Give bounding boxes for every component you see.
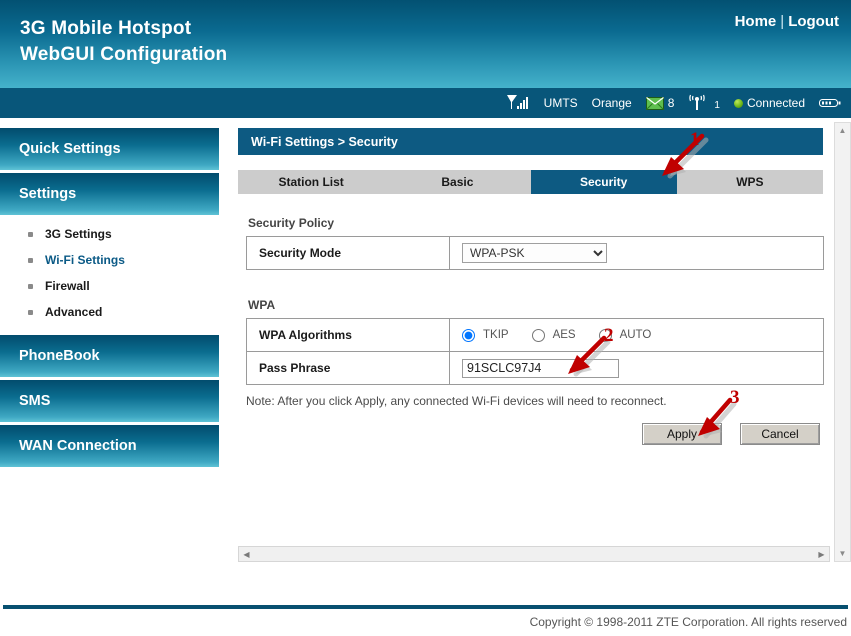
section-title-security-policy: Security Policy	[248, 216, 335, 230]
apply-note: Note: After you click Apply, any connect…	[246, 394, 667, 408]
battery-indicator	[819, 97, 841, 109]
status-bar: UMTS Orange 8 1 Connected	[0, 88, 851, 118]
wpa-algorithms-radio-group: TKIP AES AUTO	[462, 328, 811, 342]
status-dot-icon	[733, 98, 743, 108]
tab-security[interactable]: Security	[530, 170, 677, 194]
table-row: WPA Algorithms TKIP AES AUTO	[246, 318, 824, 352]
radio-tkip[interactable]	[462, 328, 475, 342]
horizontal-scrollbar[interactable]: ◀ ▶	[238, 546, 830, 562]
sidebar-label-sms: SMS	[19, 393, 51, 409]
network-type: UMTS	[544, 96, 578, 110]
bullet-icon	[28, 231, 33, 237]
scroll-right-arrow-icon[interactable]: ▶	[814, 547, 829, 561]
cancel-button[interactable]: Cancel	[740, 423, 820, 445]
main-content: Wi-Fi Settings > Security Station List B…	[238, 128, 830, 568]
annotation-number-2: 2	[604, 325, 614, 346]
connection-status-label: Connected	[746, 96, 805, 110]
sidebar-subitem-advanced[interactable]: Advanced	[28, 299, 219, 325]
footer-copyright: Copyright © 1998-2011 ZTE Corporation. A…	[529, 615, 847, 629]
sidebar-settings-submenu: 3G Settings Wi-Fi Settings Firewall Adva…	[0, 221, 219, 325]
bullet-icon	[28, 283, 33, 289]
annotation-number-3: 3	[730, 387, 740, 408]
sidebar-item-settings[interactable]: Settings	[0, 173, 219, 215]
wpa-algorithms-cell: TKIP AES AUTO	[449, 318, 824, 352]
breadcrumb-text: Wi-Fi Settings > Security	[251, 134, 398, 149]
app-title: 3G Mobile Hotspot WebGUI Configuration	[20, 16, 227, 68]
app-title-line1: 3G Mobile Hotspot	[20, 18, 192, 39]
tab-basic[interactable]: Basic	[384, 170, 531, 194]
security-mode-label: Security Mode	[246, 236, 450, 270]
signal-bars-icon	[506, 95, 528, 109]
connection-status: Connected	[733, 96, 805, 110]
message-count: 8	[667, 96, 675, 110]
wpa-algorithms-label: WPA Algorithms	[246, 318, 450, 352]
sidebar-subitem-3g-settings[interactable]: 3G Settings	[28, 221, 219, 247]
apply-button[interactable]: Apply	[642, 423, 722, 445]
tab-label-wps: WPS	[736, 175, 764, 189]
annotation-number-1: 1	[690, 129, 700, 150]
passphrase-input[interactable]	[462, 358, 619, 378]
sidebar-label-wan-connection: WAN Connection	[19, 438, 137, 454]
bullet-icon	[28, 257, 33, 263]
breadcrumb: Wi-Fi Settings > Security	[238, 128, 823, 155]
section-title-wpa: WPA	[248, 298, 276, 312]
sidebar-label-quick-settings: Quick Settings	[19, 141, 121, 157]
bullet-icon	[28, 309, 33, 315]
security-mode-select[interactable]: WPA-PSK	[462, 243, 607, 263]
scroll-down-arrow-icon[interactable]: ▼	[835, 546, 850, 561]
home-link[interactable]: Home	[735, 13, 777, 30]
carrier-name: Orange	[592, 96, 632, 110]
button-row: Apply Cancel	[246, 423, 824, 445]
sidebar-label-settings: Settings	[19, 186, 77, 202]
radio-aes[interactable]	[531, 328, 545, 342]
status-items: UMTS Orange 8 1 Connected	[506, 88, 841, 118]
nav-separator: |	[780, 13, 785, 30]
sidebar-sublabel-3g-settings: 3G Settings	[45, 227, 112, 241]
sidebar-sublabel-wifi-settings: Wi-Fi Settings	[45, 253, 125, 267]
battery-icon	[819, 99, 841, 107]
top-nav: Home | Logout	[735, 13, 839, 30]
table-row: Pass Phrase	[246, 351, 824, 385]
carrier-label: Orange	[591, 96, 632, 110]
footer-divider	[3, 605, 848, 609]
tab-label-security: Security	[579, 175, 628, 189]
passphrase-cell	[449, 351, 824, 385]
wifi-client-count: 1	[714, 100, 720, 111]
app-header: 3G Mobile Hotspot WebGUI Configuration H…	[0, 0, 851, 88]
table-row: Security Mode WPA-PSK	[246, 236, 824, 270]
security-policy-table: Security Mode WPA-PSK	[246, 236, 824, 270]
sidebar-sublabel-firewall: Firewall	[45, 279, 90, 293]
sidebar: Quick Settings Settings 3G Settings Wi-F…	[0, 128, 219, 470]
sidebar-subitem-firewall[interactable]: Firewall	[28, 273, 219, 299]
logout-link[interactable]: Logout	[788, 13, 839, 30]
app-title-line2: WebGUI Configuration	[20, 44, 228, 65]
message-indicator[interactable]: 8	[645, 96, 675, 110]
wpa-table: WPA Algorithms TKIP AES AUTO Pass Phrase	[246, 318, 824, 385]
sidebar-item-quick-settings[interactable]: Quick Settings	[0, 128, 219, 170]
scroll-left-arrow-icon[interactable]: ◀	[239, 547, 254, 561]
sidebar-sublabel-advanced: Advanced	[45, 305, 103, 319]
sidebar-item-sms[interactable]: SMS	[0, 380, 219, 422]
envelope-icon	[645, 96, 664, 110]
security-mode-cell: WPA-PSK	[449, 236, 824, 270]
wifi-clients-indicator: 1	[688, 94, 720, 112]
radio-label-tkip: TKIP	[483, 329, 509, 341]
wifi-broadcast-icon	[689, 94, 706, 110]
sidebar-item-phonebook[interactable]: PhoneBook	[0, 335, 219, 377]
sidebar-item-wan-connection[interactable]: WAN Connection	[0, 425, 219, 467]
tab-wps[interactable]: WPS	[676, 170, 823, 194]
sidebar-subitem-wifi-settings[interactable]: Wi-Fi Settings	[28, 247, 219, 273]
signal-strength-indicator	[506, 94, 530, 112]
tab-station-list[interactable]: Station List	[238, 170, 385, 194]
scroll-up-arrow-icon[interactable]: ▲	[835, 123, 850, 138]
radio-label-auto: AUTO	[619, 329, 652, 341]
tab-bar: Station List Basic Security WPS	[238, 170, 823, 194]
passphrase-label: Pass Phrase	[246, 351, 450, 385]
radio-label-aes: AES	[552, 329, 576, 341]
tab-label-basic: Basic	[441, 175, 474, 189]
vertical-scrollbar[interactable]: ▲ ▼	[834, 122, 851, 562]
network-type-label: UMTS	[543, 96, 578, 110]
sidebar-label-phonebook: PhoneBook	[19, 348, 100, 364]
tab-label-station-list: Station List	[278, 175, 344, 189]
